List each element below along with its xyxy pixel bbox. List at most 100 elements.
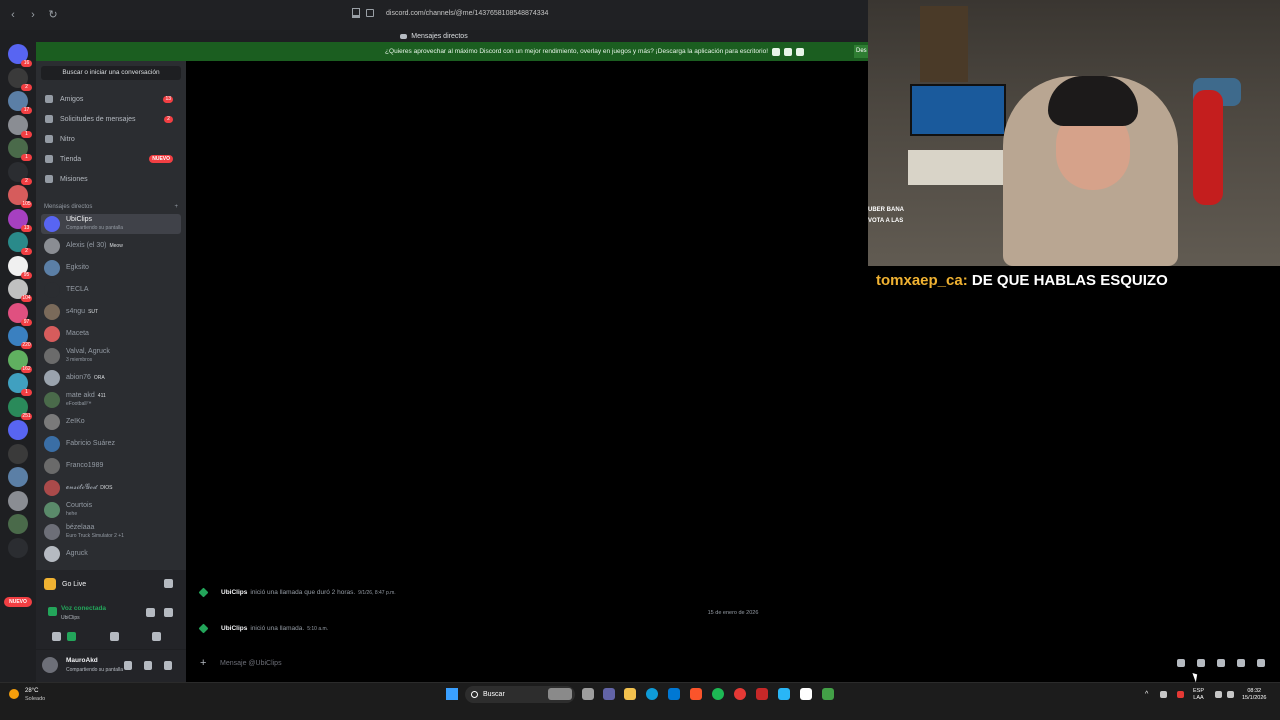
server-icon[interactable]: 1: [8, 373, 32, 396]
server-icon[interactable]: 2: [8, 67, 32, 91]
file-explorer-icon[interactable]: [624, 688, 636, 700]
settings-icon[interactable]: [164, 661, 172, 670]
server-icon[interactable]: 2: [8, 232, 32, 255]
dm-item[interactable]: Valval, Agruck 3 miembros: [41, 346, 181, 366]
dm-item[interactable]: 𝓮𝓷𝓼𝓲𝓽𝓸𝓖𝓸𝓭 DIOS: [41, 478, 181, 498]
server-icon[interactable]: [8, 514, 28, 534]
download-button[interactable]: Des: [854, 45, 868, 58]
brave-icon[interactable]: [690, 688, 702, 700]
emoji-icon[interactable]: [1237, 659, 1245, 667]
username[interactable]: MauroAkd: [66, 657, 98, 664]
server-icon[interactable]: 162: [8, 349, 32, 373]
apps-icon[interactable]: [1257, 659, 1265, 667]
sticker-icon[interactable]: [1217, 659, 1225, 667]
message-placeholder[interactable]: Mensaje @UbiClips: [220, 660, 282, 667]
dm-item[interactable]: TECLA: [41, 280, 181, 300]
dm-item[interactable]: Alexis (el 30) Meow: [41, 236, 181, 256]
nav-message-requests[interactable]: Solicitudes de mensajes 2: [41, 110, 181, 128]
noise-suppression-icon[interactable]: [146, 608, 155, 617]
server-icon[interactable]: 1: [8, 114, 32, 138]
widget-icon[interactable]: [548, 688, 572, 700]
volume-icon[interactable]: [1227, 691, 1234, 698]
server-icon[interactable]: 16: [8, 44, 32, 67]
go-live-panel[interactable]: Go Live: [36, 570, 186, 598]
dm-item[interactable]: Courtois hehe: [41, 500, 181, 520]
app-icon[interactable]: [756, 688, 768, 700]
voice-status[interactable]: Voz conectada: [61, 605, 106, 612]
address-bar[interactable]: discord.com/channels/@me/143765810854887…: [352, 8, 548, 18]
dm-item[interactable]: s4ngu SUT: [41, 302, 181, 322]
app-icon[interactable]: [822, 688, 834, 700]
tray-app-icon[interactable]: [1160, 691, 1167, 698]
message-input[interactable]: + Mensaje @UbiClips: [192, 654, 1274, 672]
server-icon[interactable]: 251: [8, 396, 32, 420]
spotify-icon[interactable]: [712, 688, 724, 700]
app-icon[interactable]: [778, 688, 790, 700]
message-author[interactable]: UbiClips: [221, 589, 247, 596]
dm-item[interactable]: abion76 ORA: [41, 368, 181, 388]
server-icon[interactable]: 95: [8, 255, 32, 279]
task-view-icon[interactable]: [582, 688, 594, 700]
signal-icon[interactable]: [48, 607, 57, 616]
nav-nitro[interactable]: Nitro: [41, 130, 181, 148]
screen-share-active-icon[interactable]: [67, 632, 76, 641]
weather-temp[interactable]: 28°C: [25, 688, 38, 694]
soundboard-icon[interactable]: [152, 632, 161, 641]
store-icon[interactable]: [668, 688, 680, 700]
disconnect-icon[interactable]: [164, 608, 173, 617]
chevron-up-icon[interactable]: ^: [1145, 691, 1152, 698]
headphones-icon[interactable]: [144, 661, 152, 670]
gift-icon[interactable]: [1177, 659, 1185, 667]
attach-plus-icon[interactable]: +: [200, 657, 210, 669]
server-icon[interactable]: [8, 467, 28, 487]
dm-item[interactable]: UbiClips Compartiendo su pantalla: [41, 214, 181, 234]
activities-icon[interactable]: [110, 632, 119, 641]
microphone-icon[interactable]: [124, 661, 132, 670]
mic-tray-icon[interactable]: [1177, 691, 1184, 698]
nav-friends[interactable]: Amigos 13: [41, 90, 181, 108]
server-icon[interactable]: [8, 490, 28, 511]
server-icon[interactable]: 104: [8, 279, 32, 302]
screen-share-icon[interactable]: [164, 579, 173, 588]
forward-icon[interactable]: ›: [26, 8, 40, 22]
windows-start-icon[interactable]: [446, 688, 458, 700]
dm-item[interactable]: Franco1989: [41, 456, 181, 476]
server-icon[interactable]: 1: [8, 138, 32, 161]
avatar[interactable]: [42, 657, 58, 673]
clock[interactable]: 08:32 15/1/2026: [1242, 688, 1266, 702]
capcut-icon[interactable]: [800, 688, 812, 700]
dm-item[interactable]: Egksito: [41, 258, 181, 278]
search-conversation-button[interactable]: Buscar o iniciar una conversación: [41, 66, 181, 80]
gif-icon[interactable]: [1197, 659, 1205, 667]
bookmark-icon[interactable]: [352, 8, 360, 18]
dm-item[interactable]: Agruck: [41, 544, 181, 564]
teams-icon[interactable]: [603, 688, 615, 700]
sun-icon[interactable]: [9, 689, 19, 699]
create-dm-button[interactable]: +: [174, 204, 178, 210]
url-text[interactable]: discord.com/channels/@me/143765810854887…: [386, 10, 548, 17]
server-icon[interactable]: 105: [8, 185, 32, 208]
server-icon[interactable]: [8, 537, 28, 558]
dm-item[interactable]: Fabricio Suárez: [41, 434, 181, 454]
server-icon[interactable]: 220: [8, 326, 32, 349]
dm-item[interactable]: mate akd 411 eFootball™: [41, 390, 181, 410]
network-icon[interactable]: [1215, 691, 1222, 698]
edge-icon[interactable]: [646, 688, 658, 700]
message-author[interactable]: UbiClips: [221, 625, 247, 632]
server-icon[interactable]: 17: [8, 91, 32, 114]
input-language[interactable]: ESP LAA: [1193, 688, 1204, 702]
nav-quests[interactable]: Misiones: [41, 170, 181, 188]
dm-item[interactable]: Maceta: [41, 324, 181, 344]
dm-item[interactable]: bézelaaa Euro Truck Simulator 2 +1: [41, 522, 181, 542]
server-icon[interactable]: [8, 443, 28, 464]
back-icon[interactable]: ‹: [6, 8, 20, 22]
server-icon[interactable]: 13: [8, 208, 32, 232]
site-info-icon[interactable]: [366, 9, 374, 17]
camera-off-icon[interactable]: [52, 632, 61, 641]
server-icon[interactable]: 2: [8, 161, 32, 185]
dm-item[interactable]: ZeIKo: [41, 412, 181, 432]
reload-icon[interactable]: ↻: [46, 8, 60, 22]
server-icon[interactable]: [8, 420, 28, 440]
server-icon[interactable]: 97: [8, 302, 32, 326]
nav-shop[interactable]: Tienda NUEVO: [41, 150, 181, 168]
